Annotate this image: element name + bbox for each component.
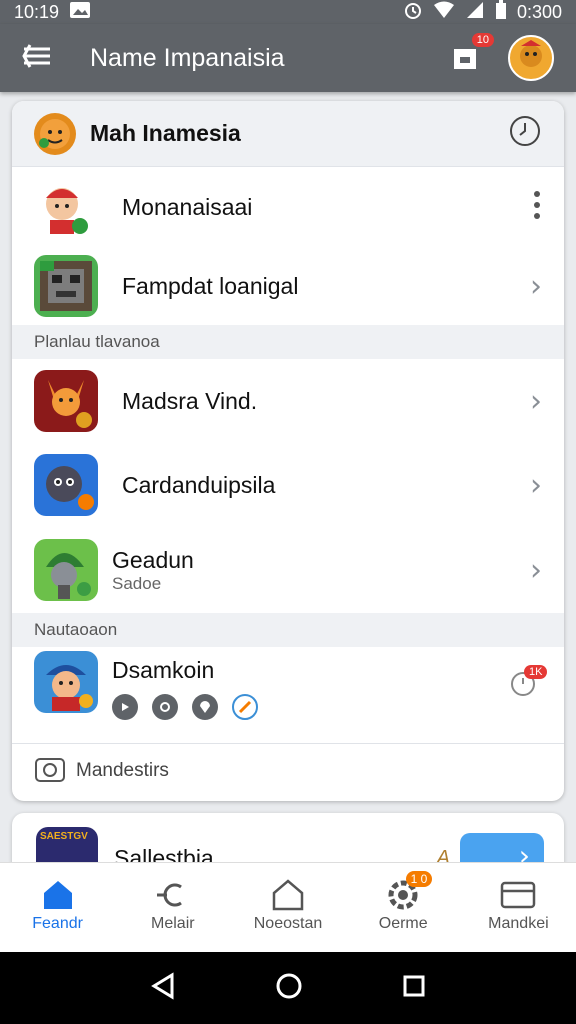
app-bar: Name Impanaisia 10 xyxy=(0,24,576,92)
status-clock: 0:300 xyxy=(516,1,562,22)
nav-market[interactable]: Mandkei xyxy=(461,863,576,952)
chevron-right-icon: › xyxy=(530,268,542,304)
list-item[interactable]: Monanaisaai xyxy=(12,167,564,247)
nav-home[interactable]: Feandr xyxy=(0,863,115,952)
red-hat-character-icon xyxy=(34,176,98,238)
list-item[interactable]: Geadun Sadoe › xyxy=(12,527,564,613)
camera-icon xyxy=(34,755,66,788)
nav-badge: 1 0 xyxy=(405,871,433,887)
fox-character-icon xyxy=(34,370,98,432)
alarm-icon xyxy=(403,0,423,25)
list-item-text: Geadun Sadoe xyxy=(98,547,530,594)
nav-label: Oerme xyxy=(378,915,428,932)
action-icon-group xyxy=(112,694,510,720)
section-header: Nautaoaon xyxy=(12,613,564,647)
list-item-sublabel: Sadoe xyxy=(112,573,162,593)
nav-messages[interactable]: Melair xyxy=(115,863,230,952)
back-icon[interactable] xyxy=(150,971,176,1005)
header-avatar xyxy=(34,112,76,155)
card-header: Mah Inamesia xyxy=(12,101,564,167)
warrior-character-icon xyxy=(34,651,98,713)
page-title: Name Impanaisia xyxy=(90,43,285,72)
list-item-text: Dsamkoin xyxy=(98,651,510,720)
chat-icon xyxy=(156,883,182,907)
chevron-right-icon: › xyxy=(530,383,542,419)
list-item-label: Geadun xyxy=(112,546,194,573)
thumbnail-text: SAESTGV xyxy=(40,831,88,842)
more-vert-icon[interactable] xyxy=(532,190,542,225)
timer-badge-button[interactable]: 1K xyxy=(510,665,548,702)
list-item-label: Monanaisaai xyxy=(122,193,253,220)
chevron-right-icon: › xyxy=(530,552,542,588)
nav-label: Noeostan xyxy=(253,915,323,932)
notification-badge: 1K xyxy=(524,665,548,679)
list-item-label: Cardanduipsila xyxy=(122,471,276,498)
footer-link-label: Mandestirs xyxy=(76,760,169,781)
main-card: Mah Inamesia Monanaisaai Fampdat loaniga… xyxy=(12,101,564,801)
status-bar: 10:19 0:300 xyxy=(0,0,576,24)
nav-label: Feandr xyxy=(32,915,83,932)
list-item-label: Madsra Vind. xyxy=(122,387,258,414)
wallet-icon xyxy=(501,881,536,909)
history-icon[interactable] xyxy=(508,114,542,153)
notifications-button[interactable]: 10 xyxy=(450,32,494,78)
bottom-navigation: Feandr Melair Noeostan 1 0 Oerme Mandkei xyxy=(0,862,576,952)
play-icon[interactable] xyxy=(112,694,138,720)
battery-icon xyxy=(495,0,507,25)
list-item-label: Dsamkoin xyxy=(112,657,215,683)
blob-creature-icon xyxy=(34,454,98,516)
nav-settings[interactable]: 1 0 Oerme xyxy=(346,863,461,952)
card-header-title: Mah Inamesia xyxy=(90,120,241,146)
notification-badge: 10 xyxy=(471,32,494,47)
list-item[interactable]: Cardanduipsila › xyxy=(12,443,564,527)
compass-icon[interactable] xyxy=(232,694,258,720)
house-outline-icon xyxy=(272,879,304,911)
image-notification-icon xyxy=(69,1,91,24)
status-time: 10:19 xyxy=(14,1,60,22)
menu-icon[interactable] xyxy=(22,43,52,74)
list-item[interactable]: Dsamkoin 1K xyxy=(12,647,564,743)
green-hat-character-icon xyxy=(34,539,98,601)
list-item[interactable]: Madsra Vind. › xyxy=(12,359,564,443)
nav-label: Mandkei xyxy=(488,915,549,932)
footer-link[interactable]: Mandestirs xyxy=(12,744,564,798)
section-header: Planlau tlavanoa xyxy=(12,325,564,359)
home-icon xyxy=(43,881,72,909)
home-circle-icon[interactable] xyxy=(275,972,303,1005)
nav-store[interactable]: Noeostan xyxy=(230,863,345,952)
profile-avatar[interactable] xyxy=(508,35,554,81)
robot-block-icon xyxy=(34,255,98,317)
gear-icon[interactable] xyxy=(152,694,178,720)
chevron-right-icon: › xyxy=(530,467,542,503)
list-item-label: Fampdat loanigal xyxy=(122,272,299,299)
location-icon[interactable] xyxy=(192,694,218,720)
recents-icon[interactable] xyxy=(402,974,426,1003)
nav-label: Melair xyxy=(151,915,195,932)
signal-icon xyxy=(465,1,485,24)
list-item[interactable]: Fampdat loanigal › xyxy=(12,247,564,325)
wifi-icon xyxy=(433,1,455,24)
system-navigation-bar xyxy=(0,952,576,1024)
